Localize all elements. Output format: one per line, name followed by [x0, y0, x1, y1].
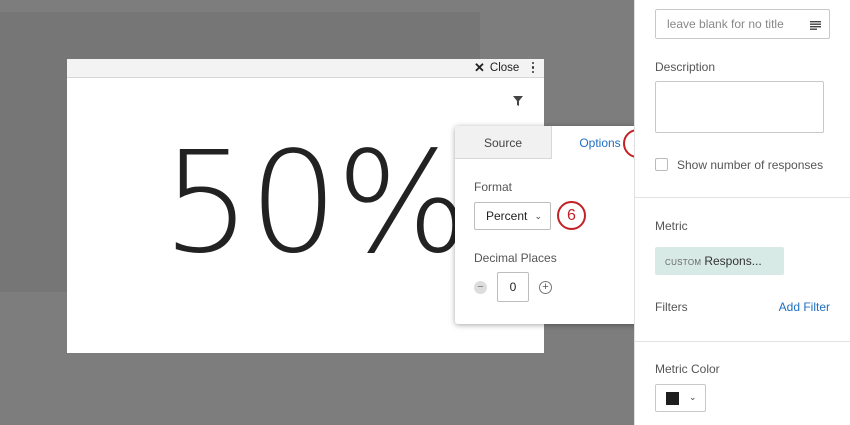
widget-header: ✕ Close — [67, 59, 544, 78]
widget-options-popover: Source Options Format Percent ⌄ Decimal … — [455, 126, 648, 324]
popover-tabs: Source Options — [455, 126, 648, 159]
decimal-places-input[interactable]: 0 — [497, 272, 529, 302]
decrement-button[interactable]: − — [474, 281, 487, 294]
metric-color-label: Metric Color — [655, 362, 720, 376]
format-label: Format — [474, 180, 513, 194]
widget-title-input[interactable]: leave blank for no title — [655, 9, 830, 39]
metric-tag: CUSTOM — [665, 258, 702, 267]
metric-chip[interactable]: CUSTOM Respons... — [655, 247, 784, 275]
filters-label: Filters — [655, 300, 688, 314]
show-responses-label: Show number of responses — [677, 158, 824, 172]
chevron-down-icon: ⌄ — [534, 211, 542, 221]
show-responses-checkbox[interactable] — [655, 158, 668, 171]
title-placeholder: leave blank for no title — [667, 17, 784, 31]
color-swatch — [666, 392, 679, 405]
increment-button[interactable]: + — [539, 281, 552, 294]
metric-value: 50% — [162, 122, 469, 285]
description-textarea[interactable] — [655, 81, 824, 133]
tab-source[interactable]: Source — [455, 126, 552, 159]
filter-icon[interactable] — [513, 96, 523, 106]
divider — [635, 197, 850, 198]
format-select-value: Percent — [486, 209, 528, 223]
chevron-down-icon: ⌄ — [689, 392, 697, 402]
format-select[interactable]: Percent ⌄ — [474, 202, 551, 230]
widget-settings-sidebar: leave blank for no title Description Sho… — [634, 0, 850, 425]
metric-label: Metric — [655, 219, 688, 233]
divider — [635, 341, 850, 342]
more-options-icon[interactable] — [529, 62, 537, 75]
add-filter-link[interactable]: Add Filter — [779, 300, 830, 314]
description-label: Description — [655, 60, 716, 74]
decimal-places-label: Decimal Places — [474, 251, 557, 265]
metric-color-select[interactable]: ⌄ — [655, 384, 706, 412]
close-label: Close — [489, 61, 520, 74]
step-callout-6: 6 — [557, 201, 586, 230]
close-icon: ✕ — [474, 60, 485, 75]
metric-chip-value: Respons... — [704, 254, 762, 268]
close-button[interactable]: ✕ Close — [474, 61, 519, 74]
text-format-icon[interactable] — [810, 21, 821, 30]
